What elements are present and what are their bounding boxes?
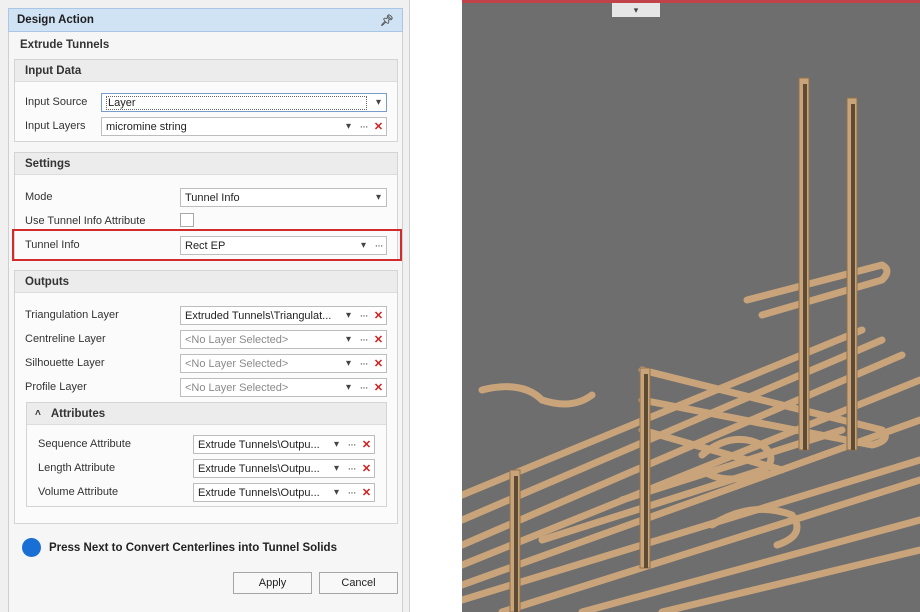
sequence-attribute-value: Extrude Tunnels\Outpu... xyxy=(198,438,320,451)
ellipsis-icon[interactable]: ··· xyxy=(356,358,371,370)
profile-layer-select[interactable]: <No Layer Selected> ▾ ··· ✕ xyxy=(180,378,387,397)
clear-icon[interactable]: ✕ xyxy=(359,462,374,475)
sequence-attribute-select[interactable]: Extrude Tunnels\Outpu... ▾ ··· ✕ xyxy=(193,435,375,454)
input-layers-value: micromine string xyxy=(106,120,187,133)
panel-header: Design Action 📌︎ xyxy=(8,8,403,32)
input-data-header: Input Data xyxy=(15,60,397,82)
length-attribute-value: Extrude Tunnels\Outpu... xyxy=(198,462,320,475)
length-attribute-select[interactable]: Extrude Tunnels\Outpu... ▾ ··· ✕ xyxy=(193,459,375,478)
volume-attribute-select[interactable]: Extrude Tunnels\Outpu... ▾ ··· ✕ xyxy=(193,483,375,502)
mode-select[interactable]: Tunnel Info ▾ xyxy=(180,188,387,207)
vertical-shaft-shadow xyxy=(803,84,807,450)
chevron-down-icon[interactable]: ▾ xyxy=(341,334,356,345)
mode-value: Tunnel Info xyxy=(185,191,240,204)
centreline-layer-value: <No Layer Selected> xyxy=(185,333,289,346)
chevron-down-icon[interactable]: ▾ xyxy=(329,463,344,474)
chevron-down-icon[interactable]: ▾ xyxy=(329,439,344,450)
chevron-down-icon[interactable]: ▾ xyxy=(371,192,386,203)
chevron-down-icon[interactable]: ▾ xyxy=(341,310,356,321)
ellipsis-icon[interactable]: ··· xyxy=(344,439,359,451)
clear-icon[interactable]: ✕ xyxy=(371,120,386,133)
chevron-up-icon[interactable]: ˄ xyxy=(35,408,41,419)
use-tunnel-info-attribute-label: Use Tunnel Info Attribute xyxy=(25,215,146,227)
use-tunnel-info-attribute-checkbox[interactable] xyxy=(180,213,194,227)
vertical-shaft-shadow xyxy=(644,374,648,568)
volume-attribute-value: Extrude Tunnels\Outpu... xyxy=(198,486,320,499)
outputs-header: Outputs xyxy=(15,271,397,293)
profile-layer-label: Profile Layer xyxy=(25,381,87,393)
next-step-text: Press Next to Convert Centerlines into T… xyxy=(49,541,337,554)
centreline-layer-select[interactable]: <No Layer Selected> ▾ ··· ✕ xyxy=(180,330,387,349)
clear-icon[interactable]: ✕ xyxy=(359,438,374,451)
input-layers-label: Input Layers xyxy=(25,120,86,132)
ellipsis-icon[interactable]: ··· xyxy=(344,487,359,499)
input-source-select[interactable]: Layer ▾ xyxy=(101,93,387,112)
panel-body: Extrude Tunnels Input Data Input Source … xyxy=(8,32,403,612)
profile-layer-value: <No Layer Selected> xyxy=(185,381,289,394)
clear-icon[interactable]: ✕ xyxy=(359,486,374,499)
vertical-shaft-shadow xyxy=(514,476,518,612)
chevron-down-icon[interactable]: ▾ xyxy=(371,97,386,108)
apply-button[interactable]: Apply xyxy=(233,572,312,594)
outputs-group: Outputs Triangulation Layer Extruded Tun… xyxy=(14,270,398,524)
ellipsis-icon[interactable]: ··· xyxy=(356,334,371,346)
panel-title: Design Action xyxy=(17,14,94,26)
triangulation-layer-select[interactable]: Extruded Tunnels\Triangulat... ▾ ··· ✕ xyxy=(180,306,387,325)
panel-subtitle: Extrude Tunnels xyxy=(20,39,110,51)
triangulation-layer-label: Triangulation Layer xyxy=(25,309,119,321)
ellipsis-icon[interactable]: ··· xyxy=(344,463,359,475)
ellipsis-icon[interactable]: ··· xyxy=(356,121,371,133)
tunnel-info-highlight xyxy=(12,229,402,261)
volume-attribute-label: Volume Attribute xyxy=(38,486,119,498)
sequence-attribute-label: Sequence Attribute xyxy=(38,438,131,450)
pin-icon[interactable]: 📌︎ xyxy=(380,14,394,27)
input-data-group: Input Data Input Source Layer ▾ Input La… xyxy=(14,59,398,142)
mode-label: Mode xyxy=(25,191,53,203)
clear-icon[interactable]: ✕ xyxy=(371,333,386,346)
3d-viewport[interactable]: ▾ xyxy=(462,0,920,612)
clear-icon[interactable]: ✕ xyxy=(371,309,386,322)
centreline-layer-label: Centreline Layer xyxy=(25,333,106,345)
attributes-header[interactable]: ˄ Attributes xyxy=(27,403,386,425)
clear-icon[interactable]: ✕ xyxy=(371,357,386,370)
length-attribute-label: Length Attribute xyxy=(38,462,116,474)
ellipsis-icon[interactable]: ··· xyxy=(356,310,371,322)
clear-icon[interactable]: ✕ xyxy=(371,381,386,394)
chevron-down-icon[interactable]: ▾ xyxy=(341,358,356,369)
input-source-value: Layer xyxy=(106,95,367,110)
next-step-message: Press Next to Convert Centerlines into T… xyxy=(22,538,337,557)
input-source-label: Input Source xyxy=(25,96,88,108)
attributes-title: Attributes xyxy=(50,407,106,420)
attributes-group: ˄ Attributes Sequence Attribute Extrude … xyxy=(26,402,387,507)
settings-header: Settings xyxy=(15,153,397,175)
chevron-down-icon[interactable]: ▾ xyxy=(341,121,356,132)
design-action-panel: Design Action 📌︎ Extrude Tunnels Input D… xyxy=(0,0,410,612)
chevron-down-icon[interactable]: ▾ xyxy=(329,487,344,498)
silhouette-layer-label: Silhouette Layer xyxy=(25,357,105,369)
triangulation-layer-value: Extruded Tunnels\Triangulat... xyxy=(185,309,332,322)
vertical-shaft-shadow xyxy=(851,104,855,450)
tunnel-model xyxy=(462,77,920,612)
input-layers-select[interactable]: micromine string ▾ ··· ✕ xyxy=(101,117,387,136)
chevron-down-icon[interactable]: ▾ xyxy=(341,382,356,393)
silhouette-layer-select[interactable]: <No Layer Selected> ▾ ··· ✕ xyxy=(180,354,387,373)
cancel-button[interactable]: Cancel xyxy=(319,572,398,594)
ellipsis-icon[interactable]: ··· xyxy=(356,382,371,394)
silhouette-layer-value: <No Layer Selected> xyxy=(185,357,289,370)
info-dot-icon xyxy=(22,538,41,557)
